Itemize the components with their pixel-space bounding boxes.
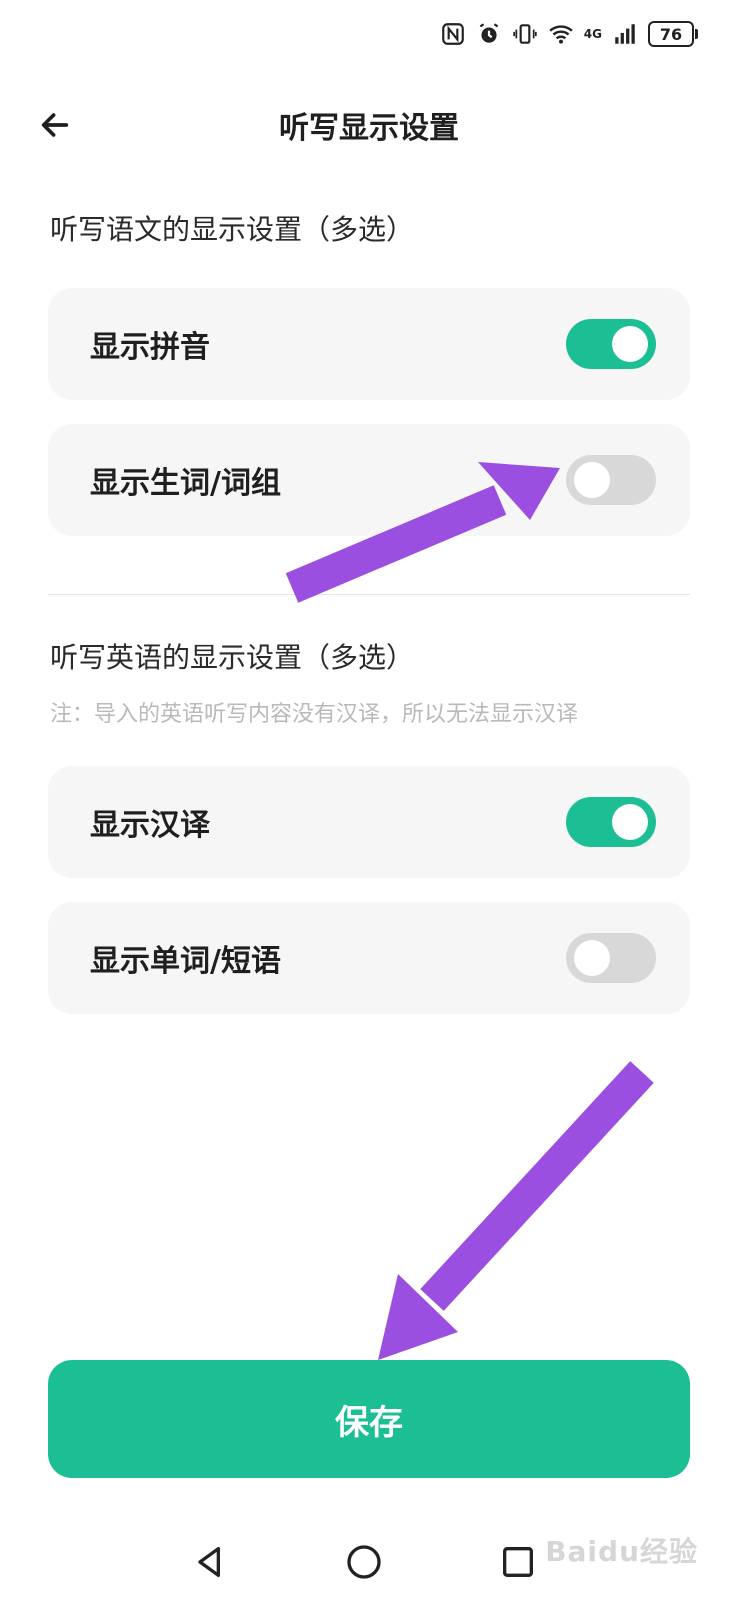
show-words-phrases-toggle[interactable] (566, 933, 656, 983)
watermark: Baidu经验 (545, 1535, 698, 1568)
setting-card-show-new-words: 显示生词/词组 (48, 424, 690, 536)
show-translation-toggle[interactable] (566, 797, 656, 847)
setting-label: 显示生词/词组 (90, 466, 281, 501)
setting-card-show-translation: 显示汉译 (48, 766, 690, 878)
setting-card-show-words-phrases: 显示单词/短语 (48, 902, 690, 1014)
setting-label: 显示拼音 (90, 330, 210, 365)
chinese-section-heading: 听写语文的显示设置（多选） (50, 213, 415, 246)
toggle-knob (612, 326, 648, 362)
save-button[interactable]: 保存 (48, 1360, 690, 1478)
battery-level: 76 (648, 21, 694, 47)
circle-home-icon (347, 1545, 381, 1579)
nav-home-button[interactable] (342, 1540, 386, 1584)
arrow-left-icon (41, 113, 69, 137)
back-button[interactable] (32, 102, 78, 148)
nfc-icon (440, 21, 466, 47)
signal-icon (612, 21, 638, 47)
wifi-icon (548, 21, 574, 47)
network-type-label: 4G (583, 27, 602, 41)
annotation-arrow-save (378, 1061, 654, 1360)
show-pinyin-toggle[interactable] (566, 319, 656, 369)
nav-recents-button[interactable] (496, 1540, 540, 1584)
battery-indicator: 76 (648, 21, 698, 47)
page-title: 听写显示设置 (279, 111, 459, 146)
setting-label: 显示汉译 (90, 808, 210, 843)
english-section-note: 注：导入的英语听写内容没有汉译，所以无法显示汉译 (50, 702, 579, 727)
english-section-heading: 听写英语的显示设置（多选） (50, 641, 415, 674)
status-bar: 4G 76 (440, 14, 698, 54)
toggle-knob (574, 940, 610, 976)
alarm-icon (476, 21, 502, 47)
toggle-knob (574, 462, 610, 498)
show-new-words-toggle[interactable] (566, 455, 656, 505)
page: 4G 76 听写显示设置 听写语文的显示设置（多选） 显示拼音 显示生词/词组 (0, 0, 738, 1600)
toggle-knob (612, 804, 648, 840)
nav-back-button[interactable] (188, 1540, 232, 1584)
battery-cap (695, 29, 698, 39)
setting-card-show-pinyin: 显示拼音 (48, 288, 690, 400)
square-recents-icon (503, 1547, 533, 1577)
header: 听写显示设置 (0, 90, 738, 160)
section-divider (48, 594, 690, 595)
setting-label: 显示单词/短语 (90, 944, 281, 979)
triangle-back-icon (198, 1547, 220, 1577)
vibrate-icon (512, 21, 538, 47)
